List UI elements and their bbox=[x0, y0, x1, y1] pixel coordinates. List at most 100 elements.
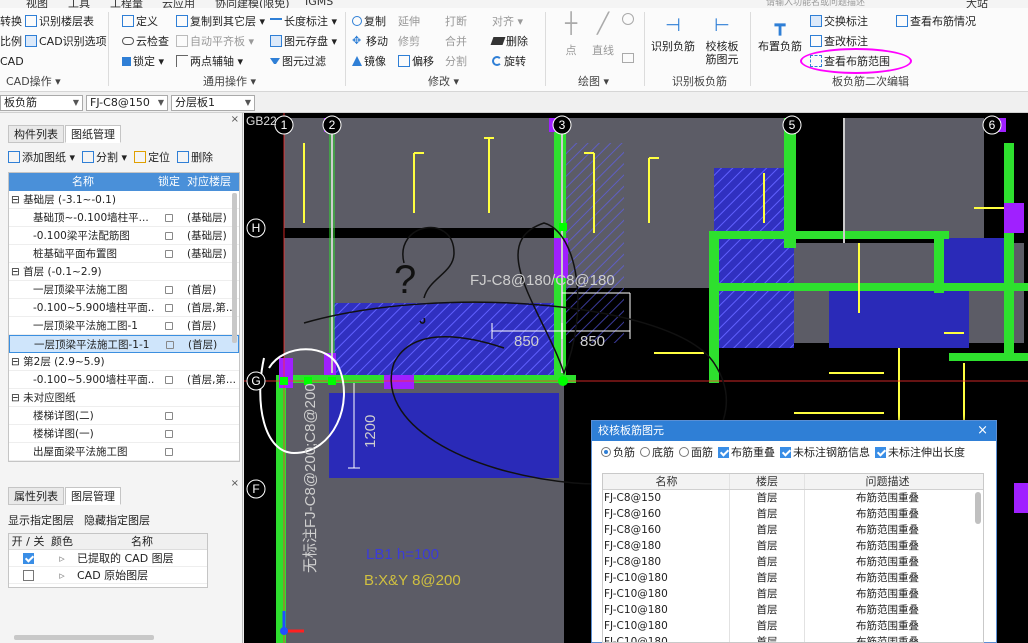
issue-row[interactable]: FJ-C10@180 首层 布筋范围重叠 bbox=[603, 634, 983, 642]
checkbox-icon[interactable] bbox=[875, 446, 886, 458]
scale-button[interactable]: 比例 bbox=[0, 33, 22, 49]
table-row[interactable]: 楼梯详图(二) bbox=[9, 407, 239, 425]
lock-icon[interactable] bbox=[165, 214, 173, 222]
split-button[interactable]: 分割 bbox=[445, 53, 467, 69]
user-name[interactable]: 大站 bbox=[966, 0, 988, 8]
element-filter-button[interactable]: 图元过滤 bbox=[270, 53, 326, 69]
expand-icon[interactable]: ▹ bbox=[47, 550, 77, 566]
lock-button[interactable]: 锁定 ▾ bbox=[122, 53, 164, 69]
delete-button[interactable]: 删除 bbox=[490, 33, 528, 49]
circle-icon[interactable] bbox=[622, 13, 634, 25]
close-icon[interactable]: × bbox=[231, 478, 239, 489]
table-row[interactable]: 一层顶梁平法施工图 (首层) bbox=[9, 281, 239, 299]
issue-row[interactable]: FJ-C8@180 首层 布筋范围重叠 bbox=[603, 538, 983, 554]
lock-icon[interactable] bbox=[165, 304, 173, 312]
table-row[interactable]: 一层顶梁平法施工图-1-1 (首层) bbox=[9, 335, 239, 353]
layer-checkbox[interactable] bbox=[22, 553, 34, 564]
menu-cloud[interactable]: 云应用 bbox=[162, 0, 195, 8]
table-row[interactable]: -0.100~5.900墙柱平面... (首层,第... bbox=[9, 371, 239, 389]
issue-row[interactable]: FJ-C10@180 首层 布筋范围重叠 bbox=[603, 586, 983, 602]
modify-group-label[interactable]: 修改 ▾ bbox=[428, 73, 459, 89]
issue-row[interactable]: FJ-C10@180 首层 布筋范围重叠 bbox=[603, 602, 983, 618]
delete-drawing-button[interactable]: 删除 bbox=[177, 149, 213, 165]
issue-row[interactable]: FJ-C10@180 首层 布筋范围重叠 bbox=[603, 570, 983, 586]
auto-level-slab-button[interactable]: 自动平齐板 ▾ bbox=[176, 33, 254, 49]
cad-options-button[interactable]: CAD识别选项 bbox=[25, 33, 107, 49]
merge-button[interactable]: 合并 bbox=[445, 33, 467, 49]
trim-button[interactable]: 修剪 bbox=[398, 33, 420, 49]
radio-3[interactable]: 面筋 bbox=[679, 444, 713, 460]
lock-icon[interactable] bbox=[165, 376, 173, 384]
rect-icon[interactable] bbox=[622, 53, 634, 63]
menu-quantity[interactable]: 工程量 bbox=[110, 0, 143, 8]
copy-to-layer-button[interactable]: 复制到其它层 ▾ bbox=[176, 13, 265, 29]
view-rebar-status-button[interactable]: 查看布筋情况 bbox=[896, 13, 976, 29]
lock-icon[interactable] bbox=[165, 286, 173, 294]
issue-row[interactable]: FJ-C8@160 首层 布筋范围重叠 bbox=[603, 506, 983, 522]
expand-icon[interactable]: ▹ bbox=[47, 567, 77, 583]
lock-icon[interactable] bbox=[165, 430, 173, 438]
two-point-axis-button[interactable]: 两点辅轴 ▾ bbox=[176, 53, 243, 69]
split-drawing-button[interactable]: 分割 ▾ bbox=[82, 149, 127, 165]
copy-button[interactable]: 复制 bbox=[352, 13, 386, 29]
offset-button[interactable]: 偏移 bbox=[398, 53, 434, 69]
break-button[interactable]: 打断 bbox=[445, 13, 467, 29]
issue-row[interactable]: FJ-C8@160 首层 布筋范围重叠 bbox=[603, 522, 983, 538]
tab-properties[interactable]: 属性列表 bbox=[8, 487, 64, 505]
place-negative-rebar-button[interactable]: ┳ 布置负筋 bbox=[756, 12, 804, 53]
collapse-icon[interactable]: ⊟ bbox=[11, 392, 23, 404]
check-3[interactable]: 未标注伸出长度 bbox=[875, 444, 965, 460]
radio-1[interactable]: 负筋 bbox=[601, 444, 635, 460]
tree-group-row[interactable]: ⊟ 基础层 (-3.1~-0.1) bbox=[9, 191, 239, 209]
close-icon[interactable]: × bbox=[977, 421, 988, 441]
checkbox-icon[interactable] bbox=[718, 446, 729, 458]
line-button[interactable]: ╱ 直线 bbox=[588, 10, 618, 57]
tree-group-row[interactable]: ⊟ 未对应图纸 bbox=[9, 389, 239, 407]
cad-button[interactable]: CAD bbox=[0, 53, 24, 69]
check-2[interactable]: 未标注钢筋信息 bbox=[780, 444, 870, 460]
identify-group-label[interactable]: 识别板负筋 bbox=[672, 73, 727, 89]
collapse-icon[interactable]: ⊟ bbox=[11, 266, 23, 278]
issue-row[interactable]: FJ-C8@150 首层 布筋范围重叠 bbox=[603, 490, 983, 506]
element-type-select[interactable]: 板负筋 ▼ bbox=[0, 95, 83, 111]
menu-igms[interactable]: IGMS bbox=[305, 0, 333, 8]
scrollbar[interactable] bbox=[975, 492, 981, 524]
identify-floor-table-button[interactable]: 识别楼层表 bbox=[25, 13, 94, 29]
table-row[interactable]: 基础顶~-0.100墙柱平... (基础层) bbox=[9, 209, 239, 227]
align-button[interactable]: 对齐 ▾ bbox=[492, 13, 523, 29]
draw-group-label[interactable]: 绘图 ▾ bbox=[578, 73, 609, 89]
layer-checkbox[interactable] bbox=[22, 570, 34, 581]
radio-2[interactable]: 底筋 bbox=[640, 444, 674, 460]
secondary-group-label[interactable]: 板负筋二次编辑 bbox=[832, 73, 909, 89]
menu-view[interactable]: 视图 bbox=[26, 0, 48, 8]
horizontal-scrollbar[interactable] bbox=[14, 635, 154, 640]
layer-row[interactable]: ▹ CAD 原始图层 bbox=[9, 567, 207, 584]
swap-annotation-button[interactable]: 交换标注 bbox=[810, 13, 868, 29]
issue-row[interactable]: FJ-C8@180 首层 布筋范围重叠 bbox=[603, 554, 983, 570]
locate-button[interactable]: 定位 bbox=[134, 149, 170, 165]
table-row[interactable]: -0.100~5.900墙柱平面... (首层,第... bbox=[9, 299, 239, 317]
check-1[interactable]: 布筋重叠 bbox=[718, 444, 775, 460]
lock-icon[interactable] bbox=[165, 448, 173, 456]
collapse-icon[interactable]: ⊟ bbox=[11, 356, 23, 368]
issue-row[interactable]: FJ-C10@180 首层 布筋范围重叠 bbox=[603, 618, 983, 634]
define-button[interactable]: 定义 bbox=[122, 13, 158, 29]
cloud-check-button[interactable]: 云检查 bbox=[122, 33, 169, 49]
table-row[interactable]: -0.100梁平法配筋图 (基础层) bbox=[9, 227, 239, 245]
table-row[interactable]: 一层顶梁平法施工图-1 (首层) bbox=[9, 317, 239, 335]
layer-row[interactable]: ▹ 已提取的 CAD 图层 bbox=[9, 550, 207, 567]
tree-group-row[interactable]: ⊟ 首层 (-0.1~2.9) bbox=[9, 263, 239, 281]
hide-layer-button[interactable]: 隐藏指定图层 bbox=[84, 512, 150, 528]
tab-drawing-manage[interactable]: 图纸管理 bbox=[65, 125, 121, 143]
collapse-icon[interactable]: ⊟ bbox=[11, 194, 23, 206]
menu-tools[interactable]: 工具 bbox=[68, 0, 90, 8]
edit-annotation-button[interactable]: 查改标注 bbox=[810, 33, 868, 49]
table-row[interactable]: 桩基础平面布置图 (基础层) bbox=[9, 245, 239, 263]
mirror-button[interactable]: 镜像 bbox=[352, 53, 386, 69]
rotate-button[interactable]: 旋转 bbox=[492, 53, 526, 69]
radio-icon[interactable] bbox=[601, 447, 611, 457]
table-row[interactable]: 楼梯详图(一) bbox=[9, 425, 239, 443]
tree-group-row[interactable]: ⊟ 第2层 (2.9~5.9) bbox=[9, 353, 239, 371]
check-slab-rebar-button[interactable]: ⊢ 校核板筋图元 bbox=[700, 12, 744, 66]
identify-negative-rebar-button[interactable]: ⊣ 识别负筋 bbox=[650, 12, 696, 53]
